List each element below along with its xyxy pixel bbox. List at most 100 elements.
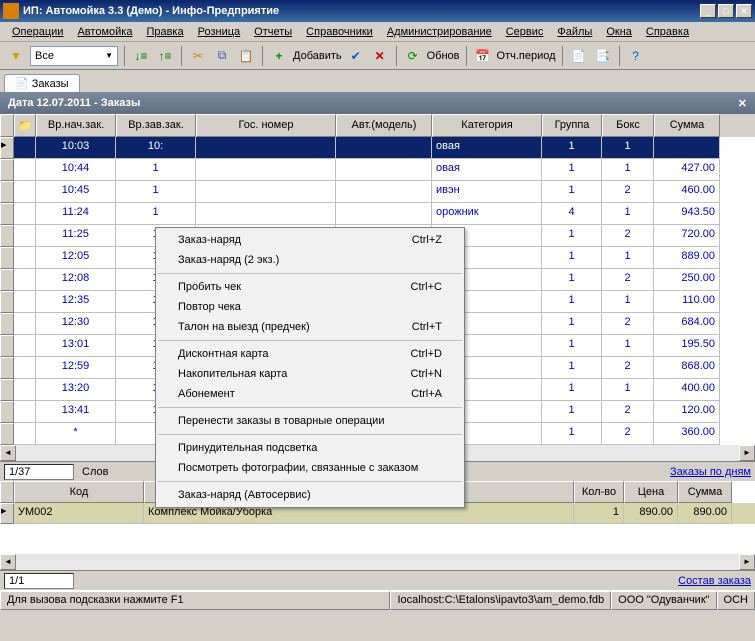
dcol-ind[interactable] bbox=[0, 481, 14, 503]
menu-carwash[interactable]: Автомойка bbox=[71, 24, 138, 40]
panel-close-icon[interactable]: ✕ bbox=[738, 97, 747, 110]
menu-refs[interactable]: Справочники bbox=[300, 24, 379, 40]
col-end[interactable]: Вр.зав.зак. bbox=[116, 114, 196, 137]
row-indicator bbox=[0, 423, 14, 445]
orders-by-day-link[interactable]: Заказы по дням bbox=[670, 466, 751, 478]
filter-combo[interactable]: Все▼ bbox=[30, 46, 118, 66]
ctx-item[interactable]: Заказ-нарядCtrl+Z bbox=[156, 230, 464, 250]
help-icon[interactable]: ? bbox=[626, 46, 646, 66]
add-button[interactable]: Добавить bbox=[293, 50, 342, 62]
status-mode: ОСН bbox=[717, 591, 755, 610]
dcell-sum: 890.00 bbox=[678, 503, 732, 524]
row-indicator bbox=[0, 225, 14, 247]
panel-header: Дата 12.07.2011 - Заказы ✕ bbox=[0, 92, 755, 114]
drow-indicator: ▸ bbox=[0, 503, 14, 524]
toolbar: ▼ Все▼ ↓≡ ↑≡ ✂ ⧉ 📋 + Добавить ✔ ✕ ⟳ Обно… bbox=[0, 42, 755, 70]
dcell-price: 890.00 bbox=[624, 503, 678, 524]
grid-header: 📁 Вр.нач.зак. Вр.зав.зак. Гос. номер Авт… bbox=[0, 114, 755, 137]
menu-operations[interactable]: Операции bbox=[6, 24, 69, 40]
status-path: Iocalhost:C:\Etalons\ipavto3\am_demo.fdb bbox=[390, 591, 611, 610]
col-group[interactable]: Группа bbox=[542, 114, 602, 137]
panel-title: Дата 12.07.2011 - Заказы bbox=[8, 97, 140, 109]
status-hint: Для вызова подсказки нажмите F1 bbox=[0, 591, 390, 610]
ctx-item[interactable]: Дисконтная картаCtrl+D bbox=[156, 344, 464, 364]
row-indicator bbox=[0, 357, 14, 379]
ctx-item[interactable]: АбонементCtrl+A bbox=[156, 384, 464, 404]
menu-windows[interactable]: Окна bbox=[600, 24, 638, 40]
doc1-icon[interactable]: 📄 bbox=[569, 46, 589, 66]
close-button[interactable]: ✕ bbox=[736, 4, 752, 18]
minimize-button[interactable]: _ bbox=[700, 4, 716, 18]
menu-service[interactable]: Сервис bbox=[500, 24, 550, 40]
window-title: ИП: Автомойка 3.3 (Демо) - Инфо-Предприя… bbox=[23, 5, 700, 17]
menu-admin[interactable]: Администрирование bbox=[381, 24, 498, 40]
dcell-qty: 1 bbox=[574, 503, 624, 524]
table-row[interactable]: 10:451ивэн12460.00 bbox=[0, 181, 755, 203]
detail-footer: 1/1 Состав заказа bbox=[0, 570, 755, 590]
table-row[interactable]: 10:441овая11427.00 bbox=[0, 159, 755, 181]
row-indicator: ▸ bbox=[0, 137, 14, 159]
col-start[interactable]: Вр.нач.зак. bbox=[36, 114, 116, 137]
ctx-item[interactable]: Перенести заказы в товарные операции bbox=[156, 411, 464, 431]
doc2-icon[interactable]: 📑 bbox=[593, 46, 613, 66]
sort-asc-icon[interactable]: ↓≡ bbox=[131, 46, 151, 66]
funnel-icon[interactable]: ▼ bbox=[6, 46, 26, 66]
period-button[interactable]: Отч.период bbox=[497, 50, 556, 62]
maximize-button[interactable]: □ bbox=[718, 4, 734, 18]
dcol-qty[interactable]: Кол-во bbox=[574, 481, 624, 503]
refresh-icon[interactable]: ⟳ bbox=[403, 46, 423, 66]
add-icon[interactable]: + bbox=[269, 46, 289, 66]
copy-icon[interactable]: ⧉ bbox=[212, 46, 232, 66]
dcol-price[interactable]: Цена bbox=[624, 481, 678, 503]
row-indicator bbox=[0, 401, 14, 423]
calendar-icon[interactable]: 📅 bbox=[473, 46, 493, 66]
detail-h-scrollbar[interactable]: ◄► bbox=[0, 554, 755, 570]
ctx-item[interactable]: Пробить чекCtrl+C bbox=[156, 277, 464, 297]
cut-icon[interactable]: ✂ bbox=[188, 46, 208, 66]
tabstrip: 📄 Заказы bbox=[0, 70, 755, 92]
col-category[interactable]: Категория bbox=[432, 114, 542, 137]
menu-files[interactable]: Файлы bbox=[551, 24, 598, 40]
delete-icon[interactable]: ✕ bbox=[370, 46, 390, 66]
col-indicator[interactable] bbox=[0, 114, 14, 137]
refresh-button[interactable]: Обнов bbox=[427, 50, 460, 62]
row-indicator bbox=[0, 335, 14, 357]
ctx-item[interactable]: Принудительная подсветка bbox=[156, 438, 464, 458]
row-indicator bbox=[0, 203, 14, 225]
row-indicator bbox=[0, 379, 14, 401]
menu-retail[interactable]: Розница bbox=[192, 24, 247, 40]
table-row[interactable]: 11:241орожник41943.50 bbox=[0, 203, 755, 225]
ctx-item[interactable]: Заказ-наряд (2 экз.) bbox=[156, 250, 464, 270]
dcol-sum[interactable]: Сумма bbox=[678, 481, 732, 503]
row-counter: 1/37 bbox=[4, 464, 74, 480]
sort-desc-icon[interactable]: ↑≡ bbox=[155, 46, 175, 66]
check-icon[interactable]: ✔ bbox=[346, 46, 366, 66]
menu-edit[interactable]: Правка bbox=[140, 24, 189, 40]
app-icon bbox=[3, 3, 19, 19]
dcol-code[interactable]: Код bbox=[14, 481, 144, 503]
col-folder[interactable]: 📁 bbox=[14, 114, 36, 137]
ctx-item[interactable]: Талон на выезд (предчек)Ctrl+T bbox=[156, 317, 464, 337]
ctx-item[interactable]: Повтор чека bbox=[156, 297, 464, 317]
menu-reports[interactable]: Отчеты bbox=[248, 24, 298, 40]
ctx-item[interactable]: Заказ-наряд (Автосервис) bbox=[156, 485, 464, 505]
row-indicator bbox=[0, 159, 14, 181]
tab-orders[interactable]: 📄 Заказы bbox=[4, 74, 80, 92]
order-content-link[interactable]: Состав заказа bbox=[678, 575, 751, 587]
table-row[interactable]: ▸10:0310:овая11 bbox=[0, 137, 755, 159]
col-plate[interactable]: Гос. номер bbox=[196, 114, 336, 137]
statusbar: Для вызова подсказки нажмите F1 Iocalhos… bbox=[0, 590, 755, 610]
menu-help[interactable]: Справка bbox=[640, 24, 695, 40]
ctx-item[interactable]: Накопительная картаCtrl+N bbox=[156, 364, 464, 384]
row-indicator bbox=[0, 291, 14, 313]
row-indicator bbox=[0, 181, 14, 203]
col-sum[interactable]: Сумма bbox=[654, 114, 720, 137]
paste-icon[interactable]: 📋 bbox=[236, 46, 256, 66]
col-model[interactable]: Авт.(модель) bbox=[336, 114, 432, 137]
col-box[interactable]: Бокс bbox=[602, 114, 654, 137]
detail-counter: 1/1 bbox=[4, 573, 74, 589]
slov-label: Слов bbox=[82, 466, 142, 478]
context-menu: Заказ-нарядCtrl+ZЗаказ-наряд (2 экз.) Про… bbox=[155, 227, 465, 508]
ctx-item[interactable]: Посмотреть фотографии, связанные с заказ… bbox=[156, 458, 464, 478]
status-org: ООО "Одуванчик" bbox=[611, 591, 716, 610]
